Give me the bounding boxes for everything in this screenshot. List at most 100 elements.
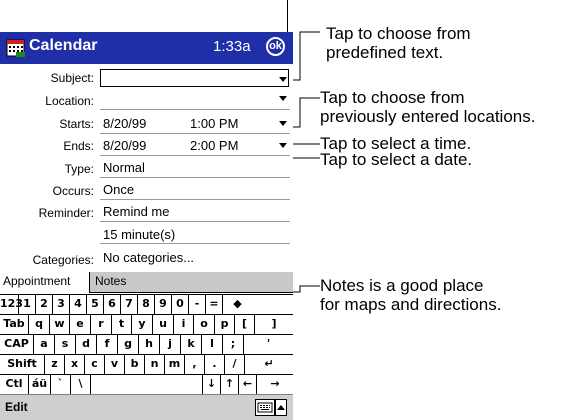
key-row1-8[interactable]: 8 bbox=[138, 295, 155, 314]
occurs-value[interactable]: Once bbox=[103, 182, 134, 197]
key-row3-5[interactable]: g bbox=[118, 335, 139, 354]
key-row2-9[interactable]: o bbox=[194, 315, 215, 334]
key-row1-11[interactable]: - bbox=[189, 295, 206, 314]
ends-time-dropdown-arrow-icon[interactable] bbox=[279, 143, 287, 148]
annotation-locations: Tap to choose from previously entered lo… bbox=[320, 88, 535, 126]
keyboard-icon[interactable] bbox=[255, 399, 275, 416]
key-row3-11[interactable]: ' bbox=[244, 335, 293, 354]
key-row4-11[interactable]: ↵ bbox=[245, 355, 293, 374]
menu-bar: Edit bbox=[0, 394, 293, 420]
key-row3-4[interactable]: f bbox=[97, 335, 118, 354]
key-row1-13[interactable]: ◆ bbox=[223, 295, 252, 314]
key-row2-8[interactable]: i bbox=[174, 315, 194, 334]
calendar-app-icon bbox=[6, 39, 25, 57]
key-row5-4[interactable] bbox=[91, 375, 203, 394]
ok-button[interactable]: ok bbox=[266, 37, 285, 56]
key-row1-5[interactable]: 5 bbox=[87, 295, 104, 314]
key-row1-4[interactable]: 4 bbox=[70, 295, 87, 314]
key-row4-10[interactable]: / bbox=[225, 355, 245, 374]
key-row3-8[interactable]: k bbox=[181, 335, 202, 354]
type-label: Type: bbox=[64, 162, 94, 176]
annotation-notes: Notes is a good place for maps and direc… bbox=[320, 276, 501, 314]
key-row4-6[interactable]: n bbox=[145, 355, 165, 374]
edit-menu[interactable]: Edit bbox=[5, 400, 28, 414]
key-row1-12[interactable]: = bbox=[206, 295, 223, 314]
tab-notes[interactable]: Notes bbox=[90, 272, 293, 293]
key-row5-2[interactable]: ` bbox=[51, 375, 71, 394]
key-row4-4[interactable]: v bbox=[105, 355, 125, 374]
key-row2-7[interactable]: u bbox=[153, 315, 174, 334]
key-row5-3[interactable]: \ bbox=[71, 375, 91, 394]
starts-date[interactable]: 8/20/99 bbox=[103, 116, 146, 131]
key-row4-0[interactable]: Shift bbox=[0, 355, 45, 374]
subject-input[interactable] bbox=[100, 69, 289, 87]
starts-time[interactable]: 1:00 PM bbox=[190, 116, 238, 131]
key-row1-1[interactable]: 1 bbox=[19, 295, 36, 314]
key-row1-10[interactable]: 0 bbox=[172, 295, 189, 314]
subject-dropdown-arrow-icon[interactable] bbox=[279, 77, 287, 82]
annotation-locations-line2: previously entered locations. bbox=[320, 107, 536, 126]
key-row2-5[interactable]: t bbox=[112, 315, 132, 334]
key-row5-6[interactable]: ↑ bbox=[221, 375, 239, 394]
keyboard-glyph-icon bbox=[257, 402, 273, 413]
annotation-locations-line1: Tap to choose from bbox=[320, 88, 465, 107]
key-row4-1[interactable]: z bbox=[45, 355, 65, 374]
tab-appointment[interactable]: Appointment bbox=[0, 272, 90, 293]
reminder-amount[interactable]: 15 minute(s) bbox=[103, 227, 175, 242]
type-value[interactable]: Normal bbox=[103, 160, 145, 175]
annotation-notes-line1: Notes is a good place bbox=[320, 276, 484, 295]
reminder-underline bbox=[100, 221, 290, 222]
starts-time-dropdown-arrow-icon[interactable] bbox=[279, 121, 287, 126]
starts-underline bbox=[100, 133, 290, 134]
key-row1-9[interactable]: 9 bbox=[155, 295, 172, 314]
key-row3-7[interactable]: j bbox=[160, 335, 181, 354]
key-row4-2[interactable]: x bbox=[65, 355, 85, 374]
key-row2-12[interactable]: ] bbox=[255, 315, 293, 334]
key-row2-11[interactable]: [ bbox=[235, 315, 255, 334]
key-row5-8[interactable]: → bbox=[257, 375, 293, 394]
key-row3-0[interactable]: CAP bbox=[0, 335, 34, 354]
key-row5-1[interactable]: áü bbox=[29, 375, 51, 394]
key-row4-5[interactable]: b bbox=[125, 355, 145, 374]
key-row1-3[interactable]: 3 bbox=[53, 295, 70, 314]
key-row2-0[interactable]: Tab bbox=[0, 315, 29, 334]
key-row5-7[interactable]: ← bbox=[239, 375, 257, 394]
key-row3-1[interactable]: a bbox=[34, 335, 55, 354]
key-row1-0[interactable]: 123 bbox=[0, 295, 23, 314]
soft-keyboard: 123 1 2 3 4 5 6 7 8 9 0- = ◆ Tab q w e r t y u i o p[] CAP a s d f… bbox=[0, 294, 293, 394]
key-row2-1[interactable]: q bbox=[29, 315, 50, 334]
key-row2-6[interactable]: y bbox=[132, 315, 153, 334]
key-row3-2[interactable]: s bbox=[55, 335, 76, 354]
key-row4-3[interactable]: c bbox=[85, 355, 105, 374]
tab-strip: Appointment Notes bbox=[0, 272, 293, 294]
ends-date[interactable]: 8/20/99 bbox=[103, 138, 146, 153]
ends-time[interactable]: 2:00 PM bbox=[190, 138, 238, 153]
key-row5-5[interactable]: ↓ bbox=[203, 375, 221, 394]
key-row4-9[interactable]: . bbox=[205, 355, 225, 374]
keyboard-row-3: CAP a s d f g h j k l; ' bbox=[0, 334, 293, 354]
location-dropdown-arrow-icon[interactable] bbox=[279, 96, 287, 101]
occurs-label: Occurs: bbox=[52, 184, 94, 198]
key-row1-6[interactable]: 6 bbox=[104, 295, 121, 314]
key-row2-10[interactable]: p bbox=[215, 315, 235, 334]
reminder-value[interactable]: Remind me bbox=[103, 204, 169, 219]
clock[interactable]: 1:33a bbox=[213, 38, 251, 55]
key-row2-2[interactable]: w bbox=[50, 315, 70, 334]
key-row3-9[interactable]: l bbox=[202, 335, 223, 354]
key-row5-0[interactable]: Ctl bbox=[0, 375, 29, 394]
key-row3-10[interactable]: ; bbox=[223, 335, 244, 354]
key-row4-8[interactable]: , bbox=[185, 355, 205, 374]
app-title: Calendar bbox=[29, 37, 98, 54]
annotation-date: Tap to select a date. bbox=[320, 150, 473, 169]
ends-underline bbox=[100, 155, 290, 156]
key-row3-3[interactable]: d bbox=[76, 335, 97, 354]
key-row1-2[interactable]: 2 bbox=[36, 295, 53, 314]
key-row4-7[interactable]: m bbox=[165, 355, 185, 374]
location-input[interactable] bbox=[100, 109, 290, 110]
key-row2-3[interactable]: e bbox=[70, 315, 91, 334]
key-row3-6[interactable]: h bbox=[139, 335, 160, 354]
input-selector-arrow-icon[interactable] bbox=[275, 399, 287, 416]
categories-value[interactable]: No categories... bbox=[103, 250, 194, 265]
key-row1-7[interactable]: 7 bbox=[121, 295, 138, 314]
key-row2-4[interactable]: r bbox=[91, 315, 112, 334]
